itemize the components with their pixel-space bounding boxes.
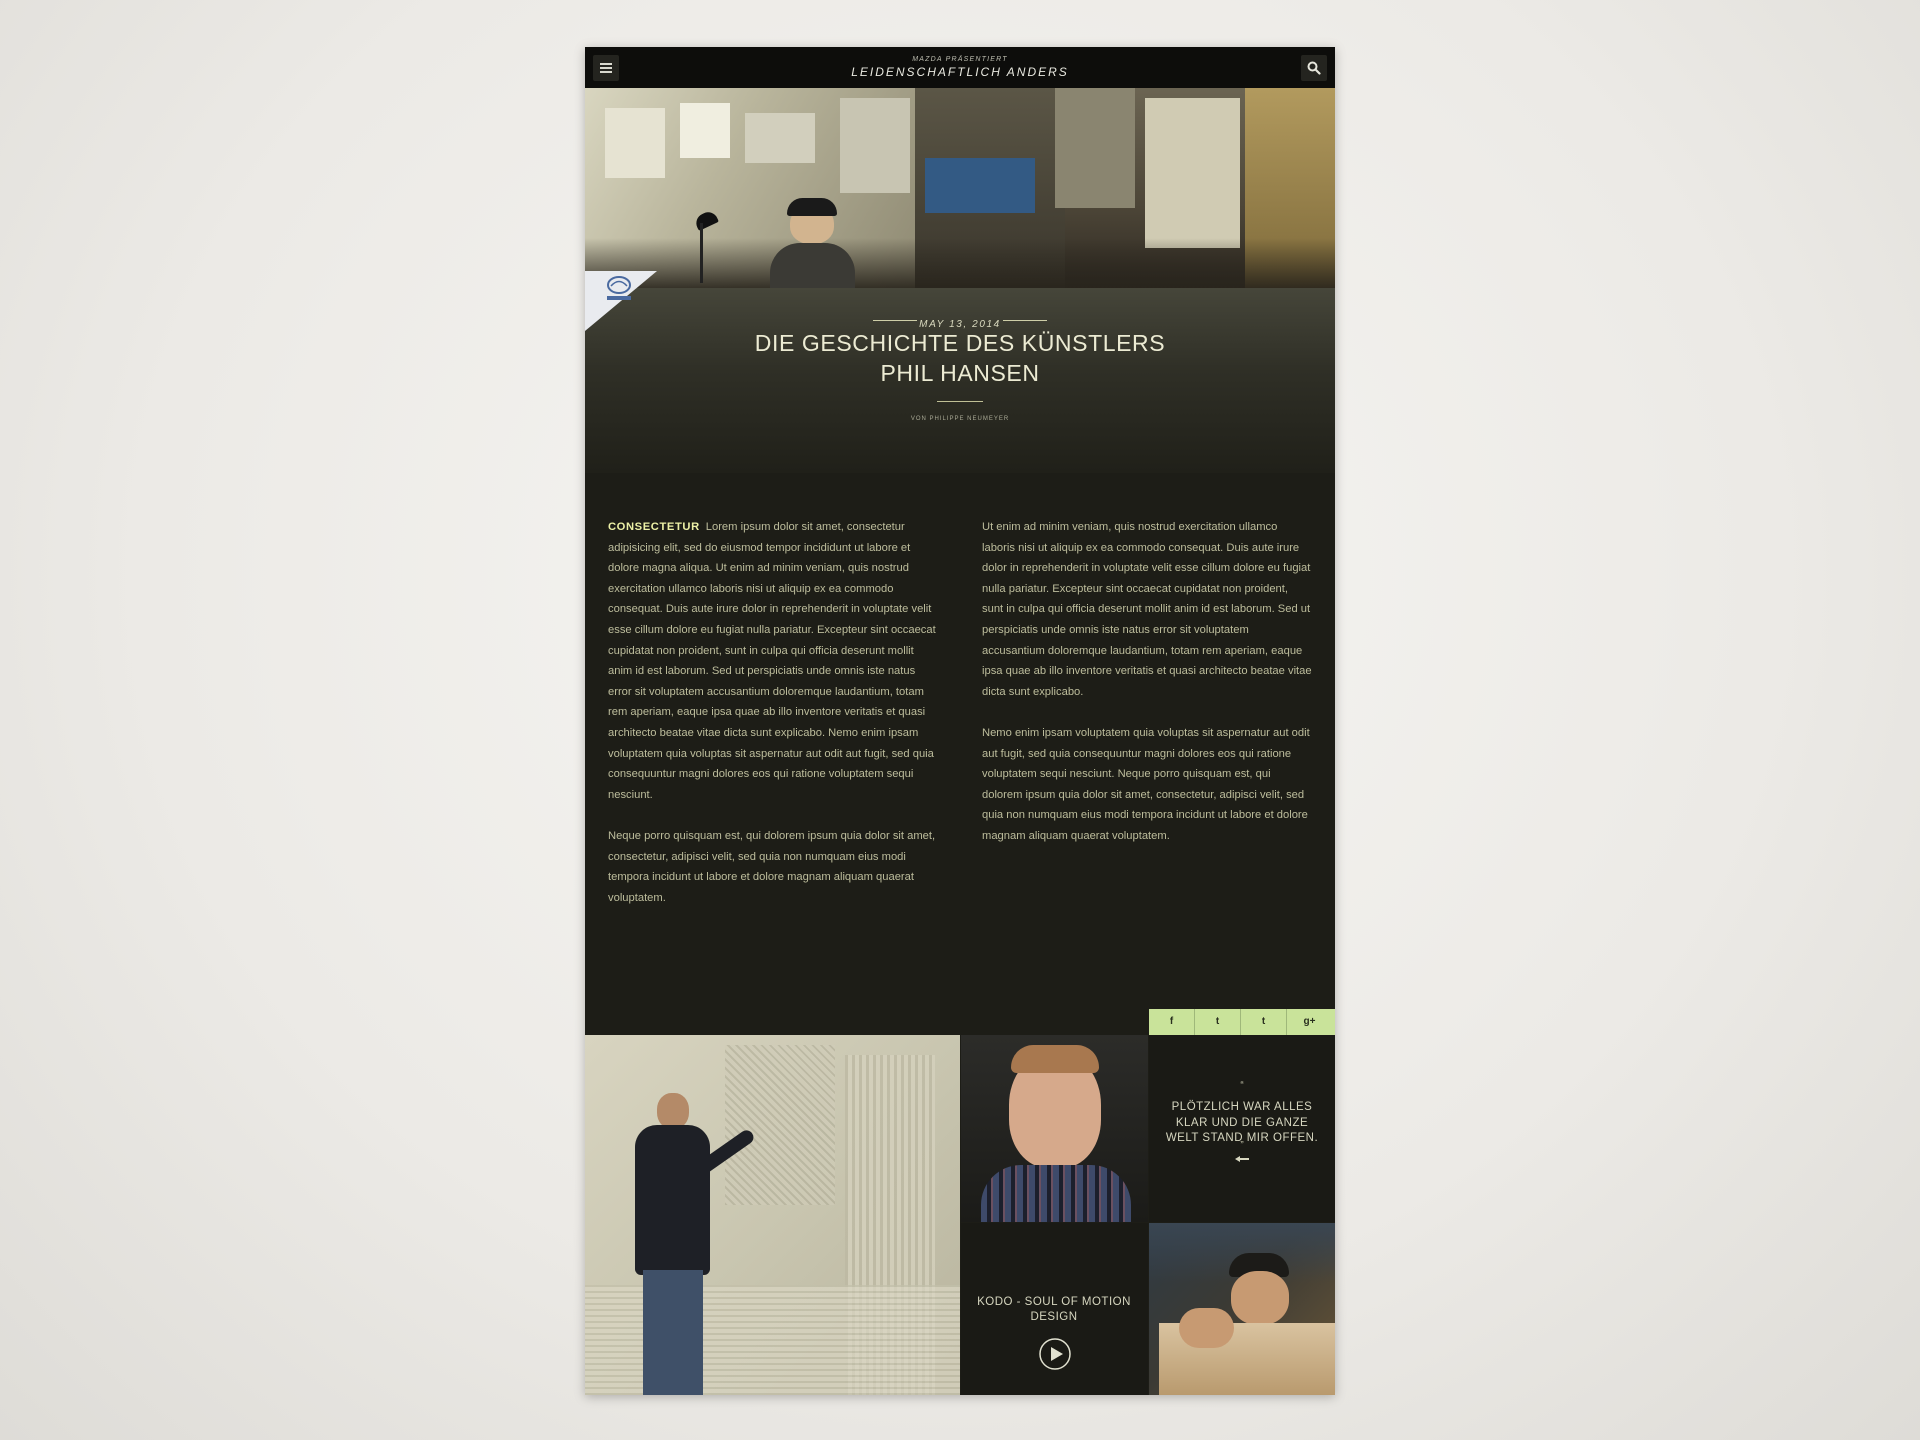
article-title: DIE GESCHICHTE DES KÜNSTLERS PHIL HANSEN — [660, 328, 1260, 388]
play-icon[interactable] — [1039, 1338, 1071, 1370]
quote-tile: “ PLÖTZLICH WAR ALLES KLAR UND DIE GANZE… — [1149, 1035, 1335, 1222]
hero-image — [585, 88, 1335, 288]
byline: VON PHILIPPE NEUMEYER — [910, 416, 1010, 422]
arrow-left-icon[interactable] — [1235, 1156, 1249, 1162]
tumblr-share-button[interactable]: t — [1241, 1009, 1287, 1035]
video-title: KODO - SOUL OF MOTION DESIGN — [977, 1296, 1131, 1323]
artwork-photo-tile[interactable] — [585, 1035, 960, 1395]
facebook-icon: f — [1169, 1016, 1174, 1027]
portrait-photo-tile[interactable] — [961, 1035, 1148, 1222]
paragraph: CONSECTETUR Lorem ipsum dolor sit amet, c… — [608, 517, 938, 805]
social-share-bar: f t t g+ — [1149, 1009, 1335, 1035]
brand-title[interactable]: LEIDENSCHAFTLICH ANDERS — [585, 65, 1335, 79]
quote-close-mark: ” — [1240, 1140, 1244, 1151]
lead-word: CONSECTETUR — [608, 521, 700, 533]
article-column-left: CONSECTETUR Lorem ipsum dolor sit amet, c… — [608, 517, 938, 929]
article-column-right: Ut enim ad minim veniam, quis nostrud ex… — [982, 517, 1312, 867]
search-icon — [1307, 61, 1321, 75]
artist-drawing-photo-tile[interactable] — [1149, 1223, 1335, 1395]
video-tile[interactable]: KODO - SOUL OF MOTION DESIGN — [961, 1223, 1148, 1395]
paragraph: Nemo enim ipsam voluptatem quia voluptas… — [982, 726, 1310, 842]
paragraph: Ut enim ad minim veniam, quis nostrud ex… — [982, 521, 1312, 698]
article-title-line1: DIE GESCHICHTE DES KÜNSTLERS — [754, 330, 1166, 356]
twitter-share-button[interactable]: t — [1195, 1009, 1241, 1035]
title-divider — [937, 401, 983, 402]
tumblr-icon: t — [1261, 1016, 1266, 1027]
googleplus-share-button[interactable]: g+ — [1287, 1009, 1332, 1035]
article-page: MAZDA PRÄSENTIERT LEIDENSCHAFTLICH ANDER… — [585, 47, 1335, 1395]
article-title-line2: PHIL HANSEN — [880, 360, 1040, 386]
facebook-share-button[interactable]: f — [1149, 1009, 1195, 1035]
quote-open-mark: “ — [1240, 1080, 1244, 1091]
paragraph-text: Lorem ipsum dolor sit amet, consectetur … — [608, 521, 936, 801]
top-bar: MAZDA PRÄSENTIERT LEIDENSCHAFTLICH ANDER… — [585, 47, 1335, 88]
brand-kicker: MAZDA PRÄSENTIERT — [912, 56, 1008, 63]
search-button[interactable] — [1301, 55, 1327, 81]
googleplus-icon: g+ — [1303, 1016, 1316, 1027]
paragraph: Neque porro quisquam est, qui dolorem ip… — [608, 829, 936, 904]
article-date: MAY 13, 2014 — [585, 314, 1335, 330]
twitter-icon: t — [1215, 1016, 1220, 1027]
